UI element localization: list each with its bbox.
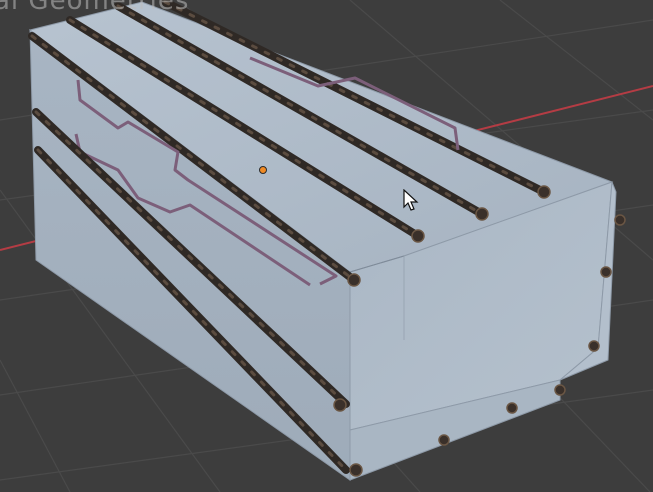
3d-viewport[interactable]: al Geometries: [0, 0, 653, 492]
beam-mesh[interactable]: [28, 1, 617, 481]
overlay-label: al Geometries: [0, 0, 190, 16]
viewport-scene[interactable]: [0, 0, 653, 492]
origin-dot-icon: [259, 166, 267, 174]
mouse-cursor-icon: [403, 189, 419, 211]
